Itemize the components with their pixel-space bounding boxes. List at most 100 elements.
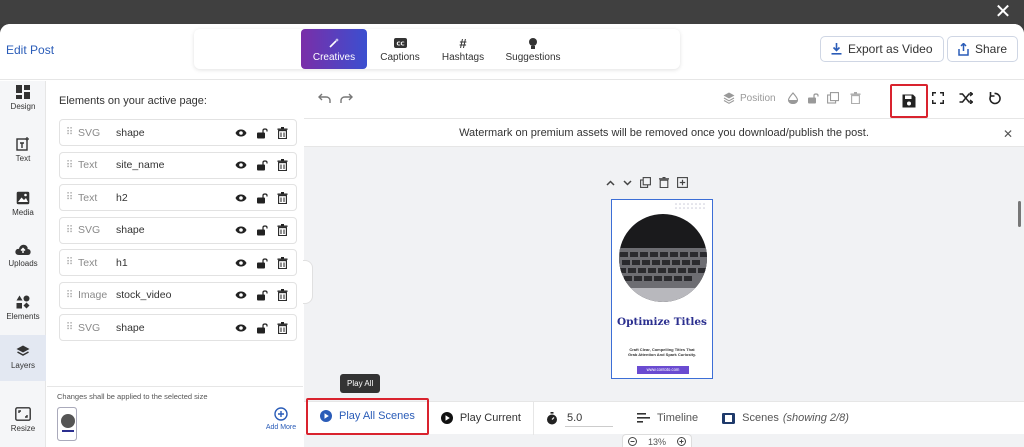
zoom-in-icon[interactable]: [676, 437, 686, 446]
add-page-icon[interactable]: [677, 177, 688, 188]
layer-row[interactable]: ⠿ SVG shape: [59, 216, 297, 244]
tab-captions[interactable]: CC Captions: [372, 29, 428, 69]
trash-icon[interactable]: [850, 92, 861, 104]
zoom-level: 13%: [647, 436, 666, 447]
resize-icon: [0, 407, 46, 421]
watermark-notice: Watermark on premium assets will be remo…: [304, 119, 1024, 147]
poster-site: www.contoto.com: [637, 366, 689, 374]
rail-item-resize[interactable]: Resize: [0, 407, 46, 447]
position-button[interactable]: Position: [723, 92, 776, 104]
layers-icon: [0, 345, 46, 358]
eye-icon[interactable]: [235, 226, 247, 234]
timeline-button[interactable]: Timeline: [625, 402, 710, 435]
layer-name: stock_video: [116, 289, 172, 301]
unlock-icon[interactable]: [256, 192, 268, 204]
drag-handle-icon[interactable]: ⠿: [60, 290, 78, 301]
rail-item-label: Design: [10, 102, 36, 111]
chevron-up-icon[interactable]: [606, 179, 615, 186]
drag-handle-icon[interactable]: ⠿: [60, 257, 78, 268]
trash-icon[interactable]: [277, 159, 288, 171]
eye-icon[interactable]: [235, 324, 247, 332]
unlock-icon[interactable]: [256, 257, 268, 269]
drag-handle-icon[interactable]: ⠿: [60, 127, 78, 138]
timeline-label: Timeline: [656, 412, 699, 424]
layer-row[interactable]: ⠿ SVG shape: [59, 119, 297, 146]
duration-input[interactable]: 5.0: [564, 410, 613, 427]
trash-icon[interactable]: [277, 256, 288, 269]
eye-icon[interactable]: [235, 161, 247, 169]
group-icon[interactable]: [827, 92, 839, 104]
layer-row[interactable]: ⠿ Text site_name: [59, 151, 297, 179]
duplicate-page-icon[interactable]: [640, 177, 651, 188]
share-button[interactable]: Share: [947, 36, 1019, 62]
drag-handle-icon[interactable]: ⠿: [60, 322, 78, 333]
image-icon: [0, 191, 46, 205]
opacity-icon[interactable]: [787, 92, 799, 104]
unlock-icon[interactable]: [256, 322, 268, 334]
rail-item-label: Resize: [10, 424, 36, 433]
add-more-button[interactable]: Add More: [263, 407, 299, 431]
layer-row[interactable]: ⠿ Text h1: [59, 249, 297, 276]
poster-headline: Optimize Titles: [617, 316, 707, 328]
collapse-panel-handle[interactable]: [303, 260, 313, 304]
eye-icon[interactable]: [235, 291, 247, 299]
rail-item-uploads[interactable]: Uploads: [0, 243, 46, 283]
hash-icon: #: [459, 35, 467, 51]
layer-type: SVG: [78, 224, 101, 236]
close-icon[interactable]: ✕: [994, 2, 1012, 22]
layer-row[interactable]: ⠿ Text h2: [59, 184, 297, 211]
tab-hashtags[interactable]: # Hashtags: [434, 29, 492, 69]
rail-item-media[interactable]: Media: [0, 191, 46, 231]
unlock-icon[interactable]: [256, 224, 268, 236]
eye-icon[interactable]: [235, 194, 247, 202]
unlock-icon[interactable]: [256, 127, 268, 139]
poster-subtext: Craft Clear, Compelling Titles That Grab…: [627, 347, 697, 357]
rail-item-elements[interactable]: Elements: [0, 295, 46, 335]
undo-icon[interactable]: [318, 92, 331, 104]
redo-icon[interactable]: [340, 92, 353, 104]
trash-icon[interactable]: [277, 321, 288, 334]
eye-icon[interactable]: [235, 259, 247, 267]
design-page[interactable]: Optimize Titles Craft Clear, Compelling …: [611, 199, 713, 379]
close-notice-icon[interactable]: ✕: [1003, 127, 1013, 141]
rail-item-layers[interactable]: Layers: [0, 335, 46, 381]
rail-item-design[interactable]: Design: [0, 85, 46, 125]
trash-icon[interactable]: [277, 191, 288, 204]
layer-row[interactable]: ⠿ Image stock_video: [59, 281, 297, 309]
layer-row[interactable]: ⠿ SVG shape: [59, 314, 297, 341]
drag-handle-icon[interactable]: ⠿: [60, 225, 78, 236]
scenes-button[interactable]: Scenes (showing 2/8): [710, 402, 861, 435]
delete-page-icon[interactable]: [659, 177, 669, 188]
drag-handle-icon[interactable]: ⠿: [60, 192, 78, 203]
stopwatch-icon: [546, 411, 558, 425]
tab-creatives[interactable]: Creatives: [301, 29, 367, 69]
reset-icon[interactable]: [988, 92, 1001, 105]
drag-handle-icon[interactable]: ⠿: [60, 160, 78, 171]
fullscreen-icon[interactable]: [932, 92, 944, 104]
trash-icon[interactable]: [277, 224, 288, 236]
tab-suggestions[interactable]: Suggestions: [500, 29, 566, 69]
duration-field[interactable]: 5.0: [534, 402, 625, 435]
shuffle-icon[interactable]: [959, 92, 973, 104]
trash-icon[interactable]: [277, 126, 288, 139]
play-current-button[interactable]: Play Current: [429, 401, 534, 435]
zoom-out-icon[interactable]: [628, 437, 638, 446]
unlock-icon[interactable]: [256, 289, 268, 301]
panel-title: Elements on your active page:: [59, 95, 207, 107]
trash-icon[interactable]: [277, 289, 288, 301]
eye-icon[interactable]: [235, 129, 247, 137]
canvas-scrollbar[interactable]: [1018, 201, 1021, 227]
size-thumbnail[interactable]: [57, 407, 77, 441]
cc-icon: CC: [372, 36, 428, 50]
chevron-down-icon[interactable]: [623, 179, 632, 186]
unlock-icon[interactable]: [256, 159, 268, 171]
play-all-scenes-button[interactable]: Play All Scenes: [306, 397, 429, 435]
save-button[interactable]: [890, 84, 928, 118]
rail-item-label: Text: [15, 154, 31, 163]
timeline-icon: [636, 413, 650, 423]
tab-captions-label: Captions: [380, 52, 420, 63]
unlock-icon[interactable]: [807, 92, 819, 104]
export-video-button[interactable]: Export as Video: [820, 36, 944, 62]
rail-item-text[interactable]: Text: [0, 137, 46, 177]
grid-icon: [0, 85, 46, 99]
